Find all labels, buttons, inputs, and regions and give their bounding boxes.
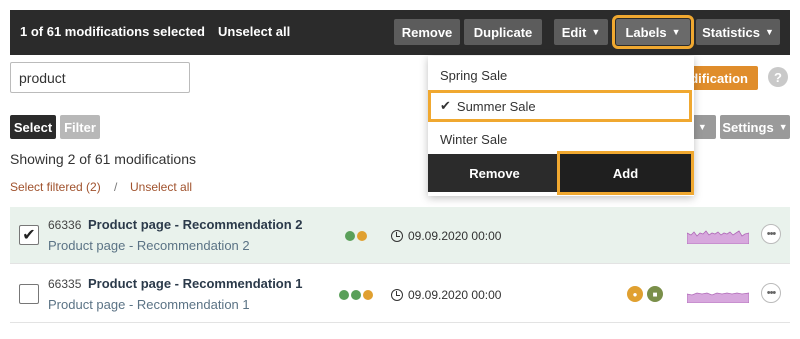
label-option-summer-sale[interactable]: ✔ Summer Sale bbox=[428, 90, 692, 122]
labels-button-label: Labels bbox=[625, 24, 667, 40]
more-options-icon[interactable]: ••• bbox=[761, 283, 781, 303]
add-label-button[interactable]: Add bbox=[557, 151, 694, 195]
label-option-text: Spring Sale bbox=[440, 67, 508, 83]
select-filtered-link[interactable]: Select filtered (2) bbox=[10, 180, 101, 194]
row-date: 09.09.2020 00:00 bbox=[408, 229, 502, 243]
device-badge-icon: ■ bbox=[647, 286, 663, 302]
row-checkbox[interactable] bbox=[19, 284, 39, 304]
row-id: 66335 bbox=[48, 277, 82, 291]
labels-dropdown-menu: Spring Sale ✔ Summer Sale Winter Sale Re… bbox=[428, 56, 694, 196]
row-checkbox[interactable]: ✔ bbox=[19, 225, 39, 245]
sparkline-chart bbox=[687, 292, 749, 303]
table-row[interactable]: ✔ 66336 Product page - Recommendation 2 … bbox=[10, 207, 790, 264]
row-name[interactable]: Product page - Recommendation 1 bbox=[88, 276, 303, 291]
row-id: 66336 bbox=[48, 218, 82, 232]
statistics-dropdown-button[interactable]: Statistics ▼ bbox=[696, 19, 780, 45]
checkmark-icon: ✔ bbox=[440, 98, 451, 113]
chevron-down-icon: ▼ bbox=[591, 27, 601, 37]
table-row[interactable]: 66335 Product page - Recommendation 1 Pr… bbox=[10, 266, 790, 323]
chevron-down-icon: ▼ bbox=[764, 27, 774, 37]
help-icon[interactable]: ? bbox=[768, 67, 788, 87]
duplicate-button[interactable]: Duplicate bbox=[464, 19, 542, 45]
chevron-down-icon: ▼ bbox=[697, 122, 707, 132]
user-badge-icon: ● bbox=[627, 286, 643, 302]
status-dot bbox=[339, 290, 349, 300]
filter-mode-button[interactable]: Filter bbox=[60, 115, 100, 139]
unselect-all-button[interactable]: Unselect all bbox=[218, 24, 290, 39]
clock-icon bbox=[391, 230, 403, 242]
status-dot bbox=[351, 290, 361, 300]
remove-button[interactable]: Remove bbox=[394, 19, 460, 45]
selection-toolbar: 1 of 61 modifications selected Unselect … bbox=[10, 10, 790, 55]
status-dot bbox=[363, 290, 373, 300]
chevron-down-icon: ▼ bbox=[778, 122, 788, 132]
label-option-text: Winter Sale bbox=[440, 131, 508, 147]
settings-button-label: Settings bbox=[722, 119, 774, 135]
remove-label-button[interactable]: Remove bbox=[428, 154, 561, 192]
row-subtitle: Product page - Recommendation 1 bbox=[48, 297, 250, 312]
chevron-down-icon: ▼ bbox=[671, 27, 681, 37]
settings-dropdown-button[interactable]: Settings ▼ bbox=[720, 115, 790, 139]
labels-dropdown-actions: Remove Add bbox=[428, 151, 694, 195]
duplicate-button-label: Duplicate bbox=[473, 24, 533, 40]
search-input[interactable] bbox=[10, 62, 190, 93]
results-summary: Showing 2 of 61 modifications bbox=[10, 151, 196, 167]
label-option-text: Summer Sale bbox=[456, 98, 536, 114]
edit-dropdown-button[interactable]: Edit ▼ bbox=[554, 19, 608, 45]
remove-button-label: Remove bbox=[401, 24, 453, 40]
select-mode-button[interactable]: Select bbox=[10, 115, 56, 139]
selection-count: 1 of 61 modifications selected bbox=[20, 24, 205, 39]
row-date: 09.09.2020 00:00 bbox=[408, 288, 502, 302]
edit-button-label: Edit bbox=[561, 24, 587, 40]
link-separator: / bbox=[114, 180, 118, 194]
clock-icon bbox=[391, 289, 403, 301]
row-subtitle: Product page - Recommendation 2 bbox=[48, 238, 250, 253]
statistics-button-label: Statistics bbox=[702, 24, 760, 40]
more-options-icon[interactable]: ••• bbox=[761, 224, 781, 244]
row-name[interactable]: Product page - Recommendation 2 bbox=[88, 217, 303, 232]
status-dot bbox=[357, 231, 367, 241]
status-dot bbox=[345, 231, 355, 241]
labels-dropdown-button[interactable]: Labels ▼ bbox=[612, 15, 694, 49]
sparkline-chart bbox=[687, 230, 749, 244]
unselect-all-link[interactable]: Unselect all bbox=[130, 180, 192, 194]
label-option-spring-sale[interactable]: Spring Sale bbox=[428, 59, 694, 91]
